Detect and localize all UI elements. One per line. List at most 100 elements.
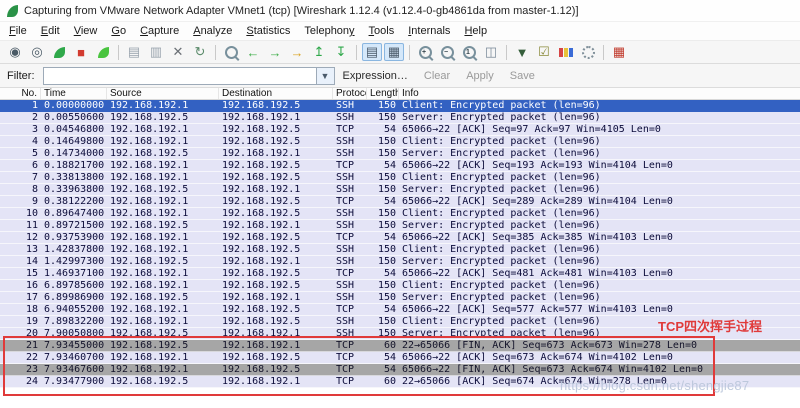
- cell-destination: 192.168.192.1: [219, 292, 333, 303]
- cell-length: 54: [367, 364, 399, 375]
- auto-scroll-toggle[interactable]: ▦: [384, 43, 404, 61]
- apply-button[interactable]: Apply: [458, 70, 502, 82]
- menu-capture[interactable]: Capture: [133, 25, 186, 37]
- cell-info: Server: Encrypted packet (len=96): [399, 112, 800, 123]
- packet-row-21[interactable]: 217.93455000192.168.192.5192.168.192.1TC…: [0, 340, 800, 352]
- cell-source: 192.168.192.5: [107, 292, 219, 303]
- cell-source: 192.168.192.1: [107, 136, 219, 147]
- packet-row-12[interactable]: 120.93753900192.168.192.1192.168.192.5TC…: [0, 232, 800, 244]
- coloring-rules-icon[interactable]: [556, 43, 576, 61]
- cell-info: Client: Encrypted packet (len=96): [399, 280, 800, 291]
- interfaces-icon[interactable]: ◉: [5, 43, 25, 61]
- column-header-time[interactable]: Time: [41, 88, 107, 99]
- packet-row-22[interactable]: 227.93460700192.168.192.1192.168.192.5TC…: [0, 352, 800, 364]
- packet-row-7[interactable]: 70.33813800192.168.192.1192.168.192.5SSH…: [0, 172, 800, 184]
- menu-analyze[interactable]: Analyze: [186, 25, 239, 37]
- packet-row-9[interactable]: 90.38122200192.168.192.1192.168.192.5TCP…: [0, 196, 800, 208]
- column-header-protocol[interactable]: Protocol: [333, 88, 367, 99]
- column-header-destination[interactable]: Destination: [219, 88, 333, 99]
- zoom-100-icon[interactable]: 1: [459, 43, 479, 61]
- toolbar-separator: [409, 45, 410, 60]
- menu-tools[interactable]: Tools: [362, 25, 402, 37]
- preferences-icon[interactable]: [578, 43, 598, 61]
- menu-file[interactable]: File: [2, 25, 34, 37]
- menu-edit[interactable]: Edit: [34, 25, 67, 37]
- cell-source: 192.168.192.1: [107, 304, 219, 315]
- cell-info: 65066→22 [ACK] Seq=385 Ack=385 Win=4103 …: [399, 232, 800, 243]
- cell-protocol: SSH: [333, 220, 367, 231]
- packet-row-15[interactable]: 151.46937100192.168.192.1192.168.192.5TC…: [0, 268, 800, 280]
- capture-options-icon[interactable]: ◎: [27, 43, 47, 61]
- save-button[interactable]: Save: [502, 70, 543, 82]
- reload-icon[interactable]: ↻: [190, 43, 210, 61]
- packet-row-16[interactable]: 166.89785600192.168.192.1192.168.192.5SS…: [0, 280, 800, 292]
- packet-row-18[interactable]: 186.94055200192.168.192.1192.168.192.5TC…: [0, 304, 800, 316]
- packet-row-17[interactable]: 176.89986900192.168.192.5192.168.192.1SS…: [0, 292, 800, 304]
- column-header-source[interactable]: Source: [107, 88, 219, 99]
- cell-destination: 192.168.192.5: [219, 316, 333, 327]
- cell-protocol: TCP: [333, 160, 367, 171]
- column-header-length[interactable]: Length: [367, 88, 399, 99]
- expression-button[interactable]: Expression…: [335, 70, 416, 82]
- filter-input[interactable]: [44, 68, 316, 84]
- packet-row-5[interactable]: 50.14734000192.168.192.5192.168.192.1SSH…: [0, 148, 800, 160]
- cell-info: 65066→22 [ACK] Seq=193 Ack=193 Win=4104 …: [399, 160, 800, 171]
- zoom-in-icon[interactable]: +: [415, 43, 435, 61]
- cell-source: 192.168.192.1: [107, 196, 219, 207]
- packet-row-11[interactable]: 110.89721500192.168.192.5192.168.192.1SS…: [0, 220, 800, 232]
- cell-no: 5: [0, 148, 41, 159]
- go-to-top-icon[interactable]: ↥: [309, 43, 329, 61]
- toolbar-separator: [356, 45, 357, 60]
- resize-columns-icon[interactable]: ◫: [481, 43, 501, 61]
- cell-no: 23: [0, 364, 41, 375]
- help-icon[interactable]: ▦: [609, 43, 629, 61]
- packet-row-2[interactable]: 20.00550600192.168.192.5192.168.192.1SSH…: [0, 112, 800, 124]
- cell-protocol: SSH: [333, 100, 367, 111]
- packet-row-3[interactable]: 30.04546800192.168.192.1192.168.192.5TCP…: [0, 124, 800, 136]
- go-forward-icon[interactable]: →: [265, 43, 285, 61]
- menu-internals[interactable]: Internals: [401, 25, 457, 37]
- save-file-icon[interactable]: ▥: [146, 43, 166, 61]
- close-file-icon[interactable]: ✕: [168, 43, 188, 61]
- find-packet-icon[interactable]: [221, 43, 241, 61]
- cell-protocol: TCP: [333, 232, 367, 243]
- packet-row-13[interactable]: 131.42837800192.168.192.1192.168.192.5SS…: [0, 244, 800, 256]
- go-to-packet-icon[interactable]: →: [287, 43, 307, 61]
- cell-source: 192.168.192.5: [107, 340, 219, 351]
- packet-row-1[interactable]: 10.00000000192.168.192.1192.168.192.5SSH…: [0, 100, 800, 112]
- packet-row-10[interactable]: 100.89647400192.168.192.1192.168.192.5SS…: [0, 208, 800, 220]
- cell-destination: 192.168.192.5: [219, 172, 333, 183]
- zoom-out-icon[interactable]: −: [437, 43, 457, 61]
- menu-statistics[interactable]: Statistics: [239, 25, 297, 37]
- packet-row-23[interactable]: 237.93467600192.168.192.1192.168.192.5TC…: [0, 364, 800, 376]
- cell-time: 7.89832200: [41, 316, 107, 327]
- menu-telephony[interactable]: Telephony: [297, 25, 361, 37]
- menu-go[interactable]: Go: [104, 25, 133, 37]
- packet-row-6[interactable]: 60.18821700192.168.192.1192.168.192.5TCP…: [0, 160, 800, 172]
- filter-dropdown-arrow-icon[interactable]: ▼: [316, 68, 334, 84]
- menu-view[interactable]: View: [67, 25, 105, 37]
- column-header-no[interactable]: No.: [0, 88, 41, 99]
- cell-no: 9: [0, 196, 41, 207]
- packet-row-8[interactable]: 80.33963800192.168.192.5192.168.192.1SSH…: [0, 184, 800, 196]
- clear-button[interactable]: Clear: [416, 70, 458, 82]
- go-back-icon[interactable]: ←: [243, 43, 263, 61]
- cell-no: 14: [0, 256, 41, 267]
- restart-capture-icon[interactable]: [93, 43, 113, 61]
- display-filters-icon[interactable]: ☑: [534, 43, 554, 61]
- packet-row-14[interactable]: 141.42997300192.168.192.5192.168.192.1SS…: [0, 256, 800, 268]
- column-header-info[interactable]: Info: [399, 88, 800, 99]
- capture-filters-icon[interactable]: ▼: [512, 43, 532, 61]
- cell-length: 150: [367, 112, 399, 123]
- cell-no: 24: [0, 376, 41, 387]
- go-to-bottom-icon[interactable]: ↧: [331, 43, 351, 61]
- start-capture-icon[interactable]: [49, 43, 69, 61]
- cell-time: 0.00550600: [41, 112, 107, 123]
- stop-capture-icon[interactable]: ■: [71, 43, 91, 61]
- colorize-list-toggle[interactable]: ▤: [362, 43, 382, 61]
- open-file-icon[interactable]: ▤: [124, 43, 144, 61]
- menu-help[interactable]: Help: [457, 25, 494, 37]
- cell-protocol: TCP: [333, 268, 367, 279]
- packet-row-4[interactable]: 40.14649800192.168.192.1192.168.192.5SSH…: [0, 136, 800, 148]
- cell-protocol: SSH: [333, 208, 367, 219]
